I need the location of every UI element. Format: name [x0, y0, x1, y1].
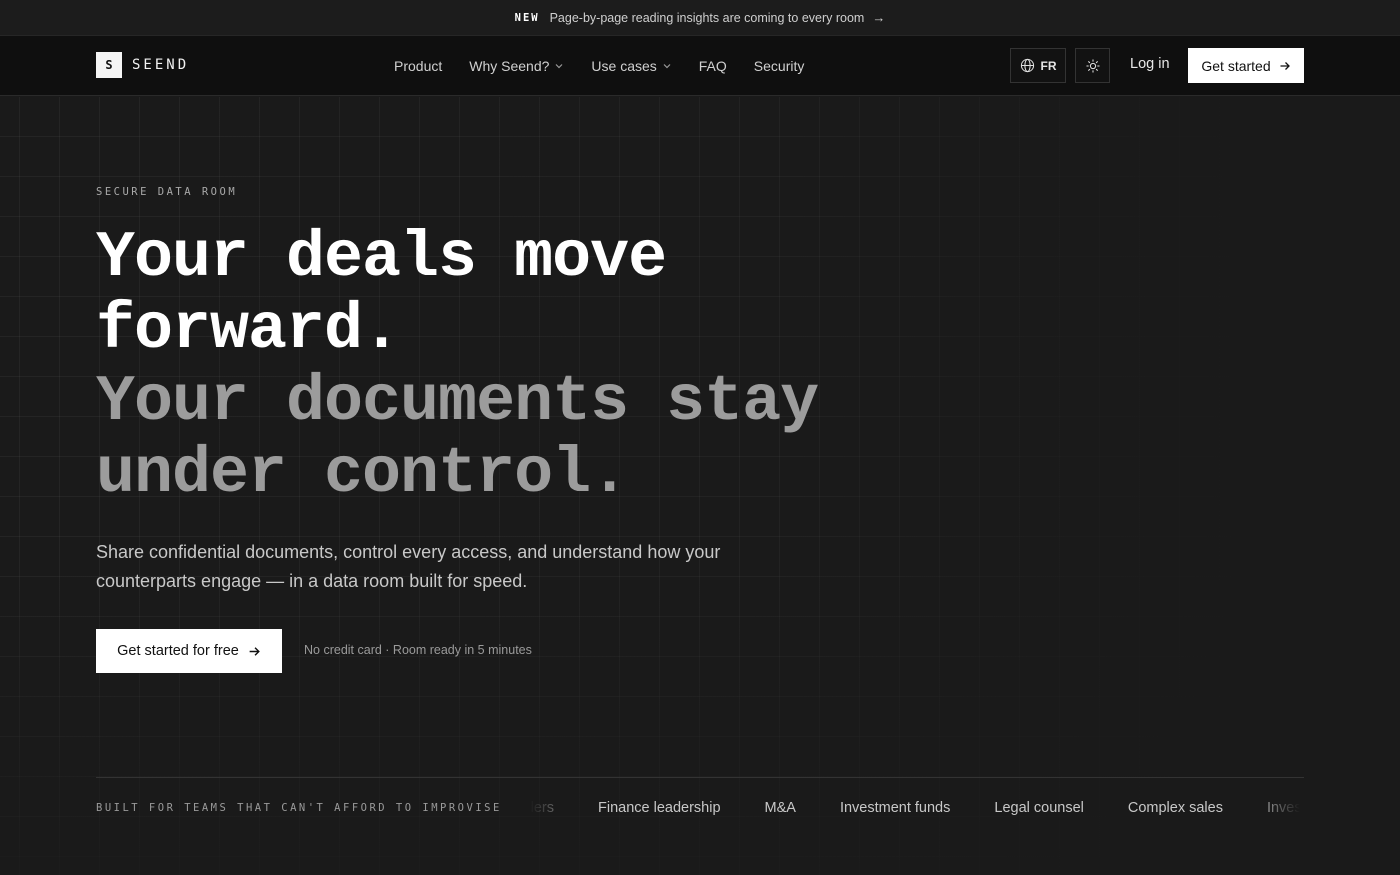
audiences-label: BUILT FOR TEAMS THAT CAN'T AFFORD TO IMP…	[96, 802, 502, 814]
get-started-label: Get started	[1201, 57, 1271, 74]
logo-mark: S	[96, 52, 122, 78]
language-label: FR	[1040, 58, 1057, 73]
cta-label: Get started for free	[117, 643, 239, 659]
globe-icon	[1020, 58, 1034, 73]
theme-toggle[interactable]	[1075, 48, 1110, 83]
audience-item: Investment funds	[839, 800, 951, 816]
audiences-ticker: Founders Finance leadership M&A Investme…	[530, 798, 1300, 822]
hero-headline: Your deals move forward. Your documents …	[96, 222, 996, 510]
language-switcher[interactable]: FR	[1010, 48, 1066, 83]
audience-item: Founders	[530, 800, 554, 816]
arrow-right-icon	[249, 646, 260, 656]
audience-item: Complex sales	[1127, 800, 1223, 816]
nav-item-label: Product	[394, 58, 443, 74]
nav-item-label: Use cases	[591, 58, 657, 74]
audience-item: Finance leadership	[598, 800, 721, 816]
nav-item-label: Security	[753, 58, 805, 74]
top-navigation: S SEEND Product Why Seend? Use cases FAQ…	[0, 36, 1400, 96]
audiences-track: Founders Finance leadership M&A Investme…	[530, 800, 1300, 816]
main-menu: Product Why Seend? Use cases FAQ Securit…	[394, 36, 804, 96]
nav-item-security[interactable]: Security	[754, 58, 805, 74]
nav-item-label: FAQ	[698, 58, 727, 74]
section-divider	[96, 777, 1304, 778]
get-started-button[interactable]: Get started	[1188, 48, 1304, 83]
headline-secondary: Your documents stay under control.	[96, 365, 819, 511]
audience-item: M&A	[764, 800, 796, 816]
sun-icon	[1085, 58, 1100, 73]
logo-text: SEEND	[132, 57, 190, 73]
arrow-right-icon: →	[872, 10, 886, 25]
cta-note: No credit card · Room ready in 5 minutes	[304, 643, 532, 657]
hero-subtitle: Share confidential documents, control ev…	[96, 542, 721, 591]
nav-item-why-seend[interactable]: Why Seend?	[469, 58, 564, 74]
announcement-bar[interactable]: NEW Page-by-page reading insights are co…	[0, 0, 1400, 36]
login-link[interactable]: Log in	[1130, 56, 1170, 72]
arrow-right-icon	[1280, 61, 1290, 70]
nav-item-faq[interactable]: FAQ	[699, 58, 727, 74]
new-badge: NEW	[514, 11, 540, 24]
get-started-free-button[interactable]: Get started for free	[96, 629, 282, 673]
logo[interactable]: S SEEND	[96, 52, 189, 78]
audience-item: Legal counsel	[994, 800, 1084, 816]
chevron-down-icon	[663, 64, 671, 69]
nav-item-product[interactable]: Product	[394, 58, 442, 74]
nav-item-label: Why Seend?	[469, 58, 550, 74]
nav-item-use-cases[interactable]: Use cases	[591, 58, 671, 74]
hero-eyebrow: SECURE DATA ROOM	[96, 186, 238, 198]
chevron-down-icon	[555, 64, 563, 69]
announcement-text[interactable]: Page-by-page reading insights are coming…	[550, 11, 865, 25]
headline-primary: Your deals move forward.	[96, 221, 667, 367]
audience-item: Investors	[1266, 800, 1300, 816]
